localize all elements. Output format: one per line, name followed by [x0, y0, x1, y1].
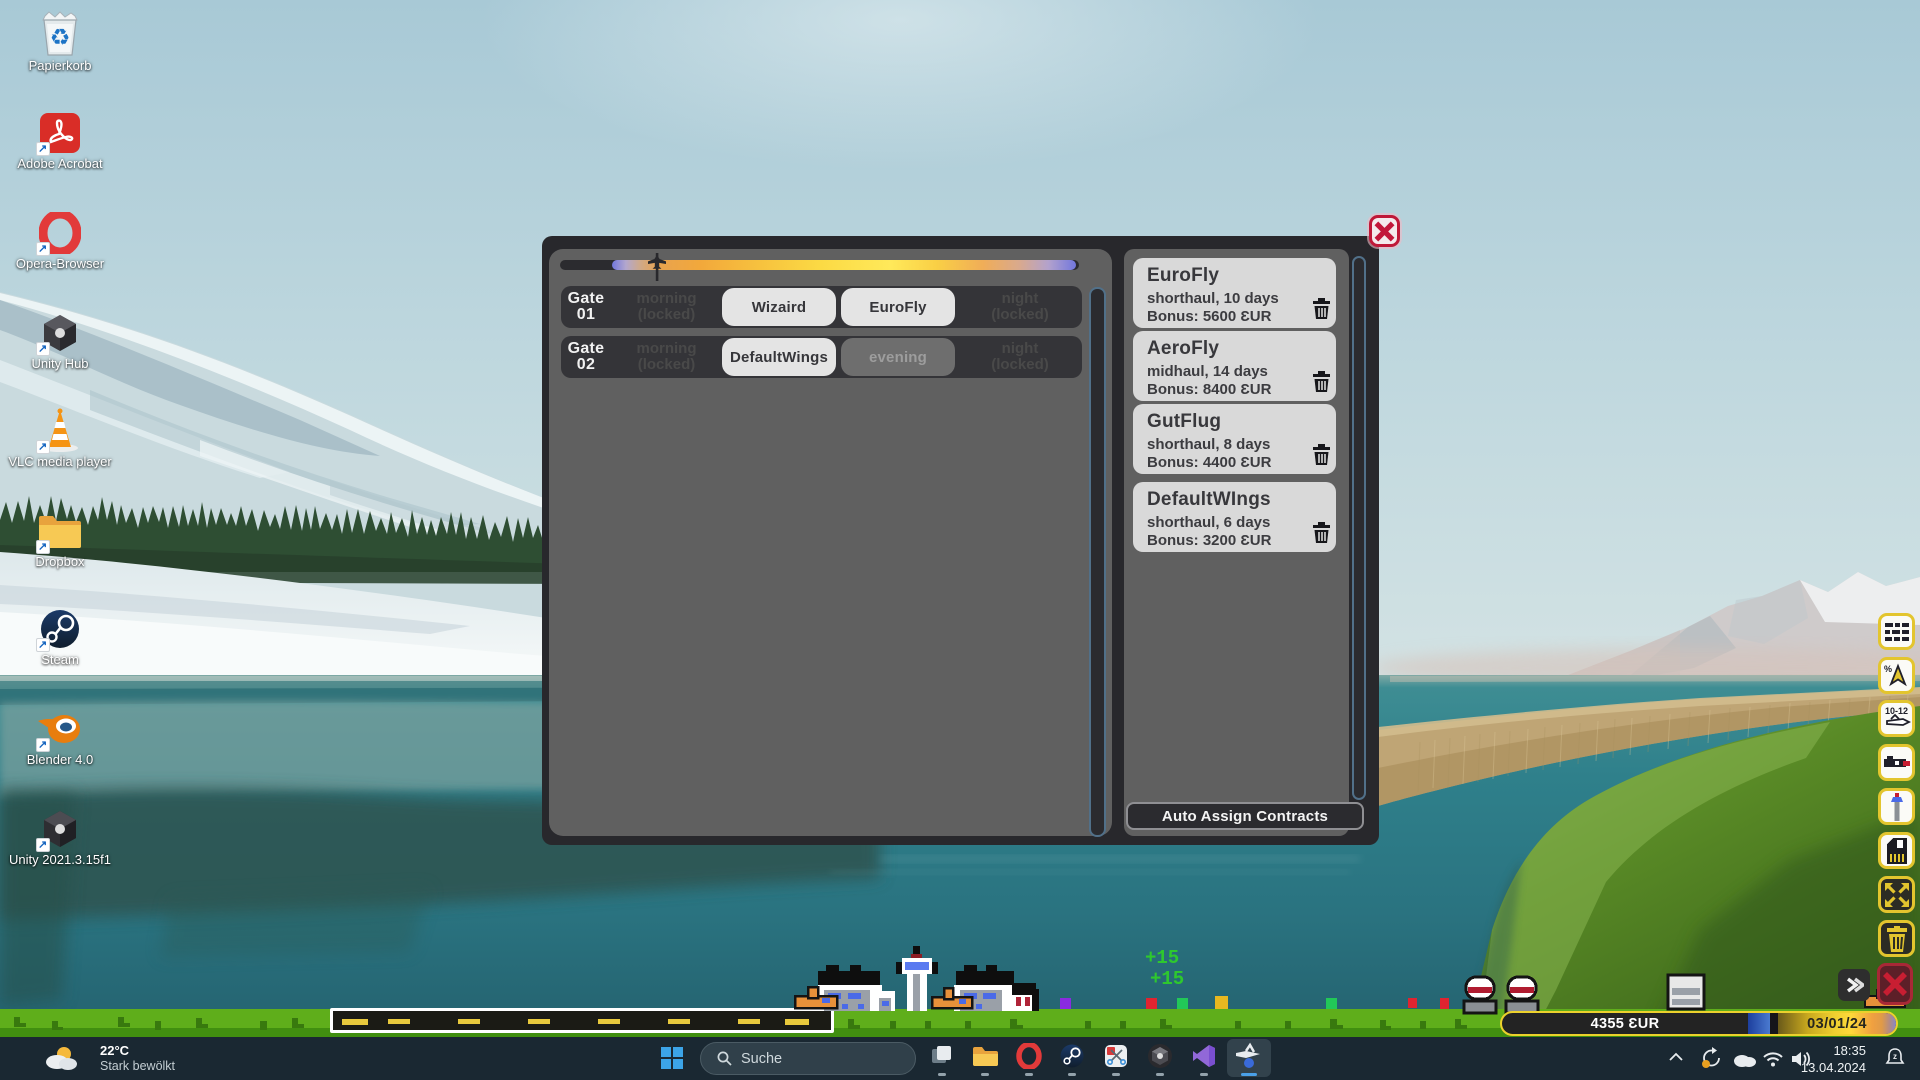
- svg-text:♻: ♻: [50, 24, 71, 50]
- svg-text:%: %: [1884, 664, 1892, 674]
- svg-text:+15: +15: [1145, 947, 1179, 969]
- svg-text:+15: +15: [1150, 968, 1184, 990]
- svg-text:z: z: [1893, 1052, 1897, 1061]
- svg-text:10-12: 10-12: [1885, 706, 1908, 716]
